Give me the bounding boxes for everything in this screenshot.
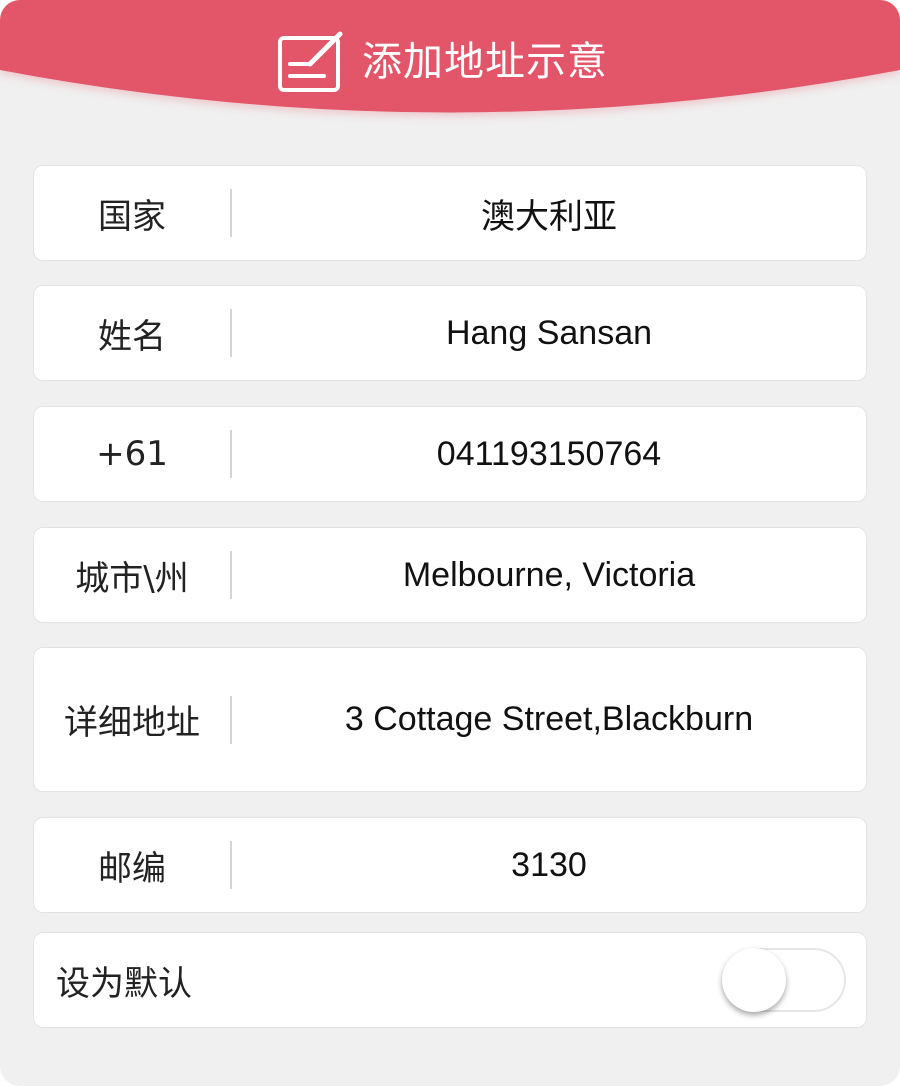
phone-field[interactable]: 041193150764 xyxy=(232,407,866,501)
street-address-label: 详细地址 xyxy=(64,703,200,743)
city-state-label: 城市\州 xyxy=(75,558,189,599)
city-state-field[interactable]: Melbourne, Victoria xyxy=(232,528,866,622)
name-label: 姓名 xyxy=(98,316,166,357)
country-code-label[interactable]: +61 xyxy=(34,407,230,501)
default-address-label: 设为默认 xyxy=(56,963,192,1004)
street-address-field[interactable]: 3 Cottage Street,Blackburn xyxy=(232,648,866,791)
country-label: 国家 xyxy=(98,196,166,237)
city-state-row[interactable]: 城市\州 Melbourne, Victoria xyxy=(33,527,867,623)
header: 添加地址示意 xyxy=(0,0,900,125)
add-address-panel: 添加地址示意 国家 澳大利亚 姓名 Hang Sansan +61 041193… xyxy=(0,0,900,1086)
postcode-label: 邮编 xyxy=(98,848,166,889)
country-row[interactable]: 国家 澳大利亚 xyxy=(33,165,867,261)
country-field[interactable]: 澳大利亚 xyxy=(232,166,866,260)
phone-row[interactable]: +61 041193150764 xyxy=(33,406,867,502)
street-address-row[interactable]: 详细地址 3 Cottage Street,Blackburn xyxy=(33,647,867,792)
name-field[interactable]: Hang Sansan xyxy=(232,286,866,380)
toggle-knob[interactable] xyxy=(722,948,786,1012)
default-address-toggle[interactable] xyxy=(722,948,846,1012)
edit-note-icon xyxy=(278,31,343,92)
postcode-field[interactable]: 3130 xyxy=(232,818,866,912)
name-row[interactable]: 姓名 Hang Sansan xyxy=(33,285,867,381)
postcode-row[interactable]: 邮编 3130 xyxy=(33,817,867,913)
page-title: 添加地址示意 xyxy=(362,39,608,85)
default-address-row: 设为默认 xyxy=(33,932,867,1028)
